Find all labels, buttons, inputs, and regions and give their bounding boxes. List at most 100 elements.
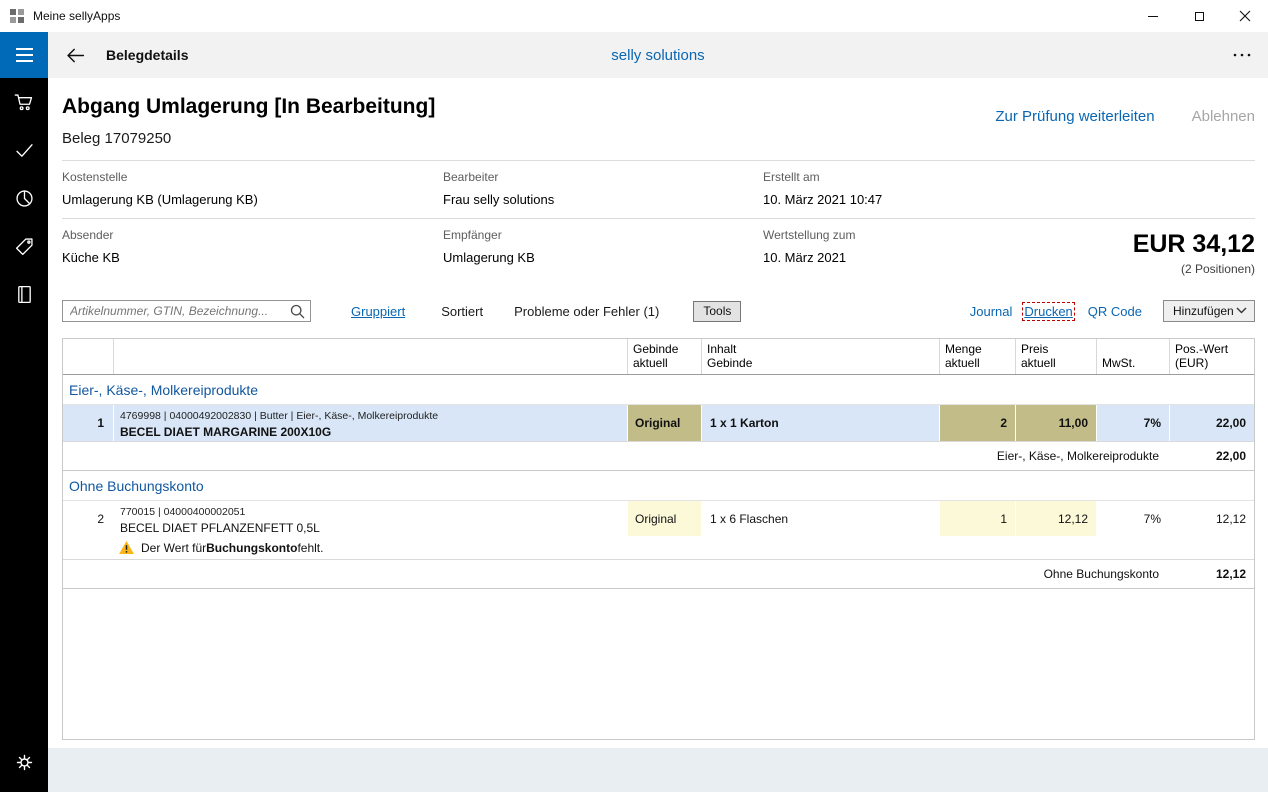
table-row[interactable]: 2 770015 | 04000400002051 BECEL DIAET PF…	[63, 501, 1254, 536]
sorted-toggle[interactable]: Sortiert	[441, 304, 483, 319]
more-button[interactable]	[1232, 52, 1252, 58]
sidebar-item-approvals[interactable]	[0, 126, 48, 174]
app-sidebar	[0, 32, 48, 792]
ellipsis-icon	[1233, 53, 1251, 57]
field-value: 10. März 2021 10:47	[763, 192, 883, 207]
field-value: 10. März 2021	[763, 250, 847, 265]
search-icon[interactable]	[290, 304, 305, 319]
window-title: Meine sellyApps	[33, 9, 121, 23]
gear-icon	[16, 754, 32, 770]
article-meta: 770015 | 04000400002051	[120, 506, 246, 518]
page-title: Belegdetails	[106, 47, 189, 63]
field-label: Bearbeiter	[443, 170, 499, 184]
forward-for-review-button[interactable]: Zur Prüfung weiterleiten	[995, 108, 1154, 125]
col-mwst: MwSt.	[1096, 339, 1169, 374]
document-title: Abgang Umlagerung [In Bearbeitung]	[62, 95, 436, 118]
warning-text-bold: Buchungskonto	[206, 540, 298, 555]
add-button-label: Hinzufügen	[1173, 304, 1234, 318]
book-icon	[17, 285, 31, 303]
article-cell: 4769998 | 04000492002830 | Butter | Eier…	[113, 405, 627, 441]
pie-chart-icon	[15, 189, 33, 207]
search-box	[62, 300, 311, 322]
col-rownum	[63, 339, 113, 374]
maximize-icon	[1194, 11, 1204, 21]
qr-code-link[interactable]: QR Code	[1088, 304, 1142, 319]
chevron-down-icon	[1236, 307, 1247, 314]
col-gebinde: Gebinde aktuell	[627, 339, 701, 374]
inhalt-cell: 1 x 1 Karton	[701, 405, 939, 441]
divider	[62, 160, 1255, 161]
sidebar-item-settings[interactable]	[0, 738, 48, 786]
field-wertstellung: Wertstellung zum 10. März 2021	[763, 228, 855, 265]
hamburger-menu-button[interactable]	[0, 32, 48, 78]
price-tag-icon	[15, 237, 33, 255]
sidebar-item-journal[interactable]	[0, 270, 48, 318]
field-empfaenger: Empfänger Umlagerung KB	[443, 228, 535, 265]
sidebar-item-statistics[interactable]	[0, 174, 48, 222]
app-icon	[9, 8, 25, 24]
article-name: BECEL DIAET MARGARINE 200X10G	[120, 425, 332, 439]
document-number: Beleg 17079250	[62, 130, 172, 147]
hamburger-icon	[15, 48, 33, 50]
field-value: Küche KB	[62, 250, 120, 265]
subtotal-value: 12,12	[1215, 567, 1246, 581]
field-value: Umlagerung KB (Umlagerung KB)	[62, 192, 258, 207]
arrow-left-icon	[67, 48, 85, 62]
menge-cell: 2	[939, 405, 1015, 441]
table-row[interactable]: 1 4769998 | 04000492002830 | Butter | Ei…	[63, 405, 1254, 442]
poswert-cell: 22,00	[1169, 405, 1254, 441]
field-label: Absender	[62, 228, 114, 242]
reject-button[interactable]: Ablehnen	[1192, 108, 1255, 125]
search-input[interactable]	[63, 301, 310, 321]
shopping-cart-icon	[14, 93, 32, 110]
positions-table: Gebinde aktuell Inhalt Gebinde Menge akt…	[62, 338, 1255, 740]
grouped-toggle[interactable]: Gruppiert	[351, 304, 405, 319]
close-icon	[1239, 10, 1251, 22]
sidebar-item-tags[interactable]	[0, 222, 48, 270]
back-button[interactable]	[65, 45, 86, 66]
close-button[interactable]	[1222, 0, 1268, 32]
add-button[interactable]: Hinzufügen	[1163, 300, 1255, 322]
field-absender: Absender Küche KB	[62, 228, 120, 265]
sidebar-item-cart[interactable]	[0, 78, 48, 126]
gebinde-cell: Original	[627, 501, 701, 536]
minimize-button[interactable]	[1130, 0, 1176, 32]
tools-button[interactable]: Tools	[693, 300, 742, 322]
field-value: Umlagerung KB	[443, 250, 535, 265]
warning-icon	[119, 541, 134, 554]
divider	[62, 218, 1255, 219]
field-label: Empfänger	[443, 228, 502, 242]
field-label: Kostenstelle	[62, 170, 128, 184]
col-article	[113, 339, 627, 374]
field-label: Erstellt am	[763, 170, 820, 184]
journal-link[interactable]: Journal	[970, 304, 1013, 319]
row-warning: Der Wert für Buchungskonto fehlt.	[63, 536, 1254, 560]
subtotal-label: Eier-, Käse-, Molkereiprodukte	[996, 449, 1159, 463]
group-header: Eier-, Käse-, Molkereiprodukte	[63, 375, 1254, 405]
field-value: Frau selly solutions	[443, 192, 555, 207]
print-link[interactable]: Drucken	[1022, 301, 1075, 321]
field-label: Wertstellung zum	[763, 228, 856, 242]
minimize-icon	[1148, 15, 1158, 17]
content-area: Abgang Umlagerung [In Bearbeitung] Zur P…	[48, 78, 1268, 748]
footer-bar	[48, 748, 1268, 792]
inhalt-cell: 1 x 6 Flaschen	[701, 501, 939, 536]
problems-filter[interactable]: Probleme oder Fehler (1)	[514, 304, 659, 319]
group-header: Ohne Buchungskonto	[63, 471, 1254, 501]
group-subtotal-row: Eier-, Käse-, Molkereiprodukte 22,00	[63, 442, 1254, 471]
col-preis: Preis aktuell	[1015, 339, 1096, 374]
maximize-button[interactable]	[1176, 0, 1222, 32]
warning-text: Der Wert für	[141, 540, 207, 555]
menge-cell: 1	[939, 501, 1015, 536]
positions-toolbar: Gruppiert Sortiert Probleme oder Fehler …	[62, 299, 1255, 323]
preis-cell: 11,00	[1015, 405, 1096, 441]
mwst-cell: 7%	[1096, 501, 1169, 536]
field-erstellt-am: Erstellt am 10. März 2021 10:47	[763, 170, 882, 207]
subtotal-label: Ohne Buchungskonto	[1043, 567, 1159, 581]
window-titlebar: Meine sellyApps	[0, 0, 1268, 32]
preis-cell: 12,12	[1015, 501, 1096, 536]
table-header-row: Gebinde aktuell Inhalt Gebinde Menge akt…	[63, 339, 1254, 375]
window-controls	[1130, 0, 1268, 32]
article-name: BECEL DIAET PFLANZENFETT 0,5L	[120, 521, 320, 535]
row-number: 2	[97, 511, 104, 526]
